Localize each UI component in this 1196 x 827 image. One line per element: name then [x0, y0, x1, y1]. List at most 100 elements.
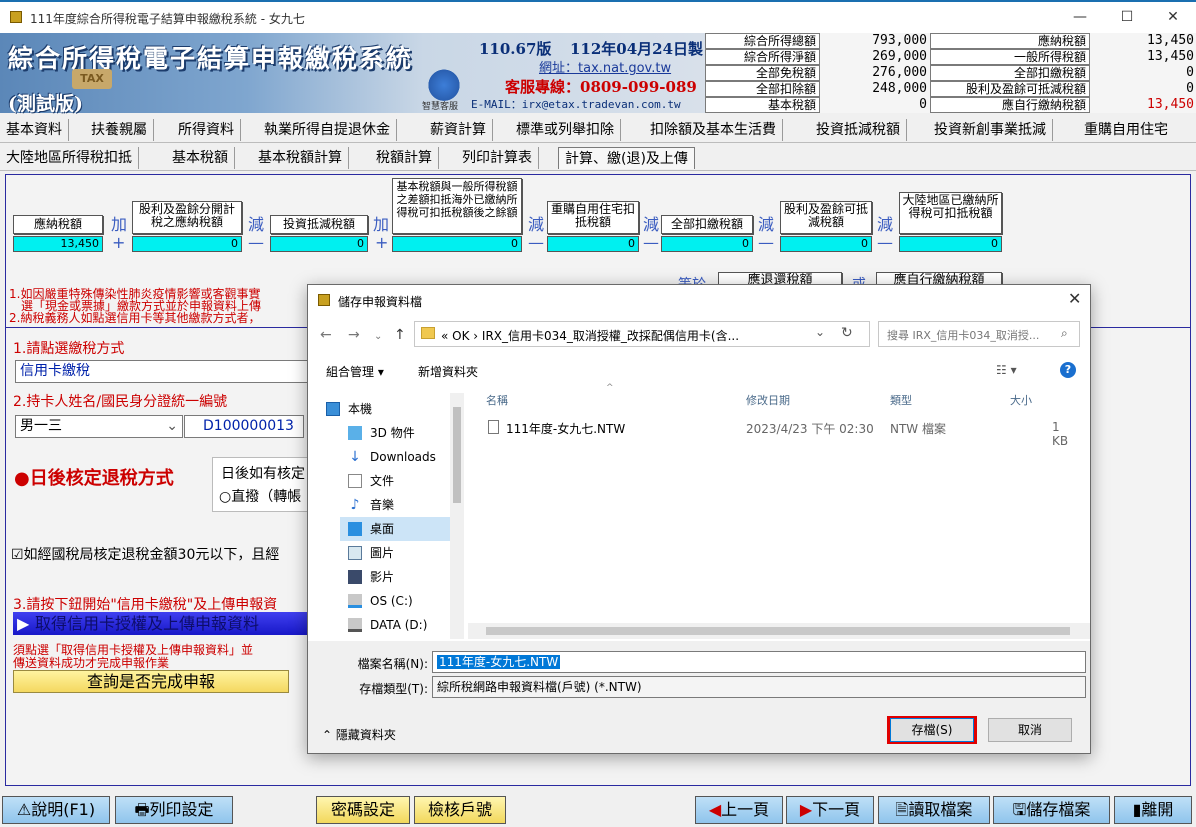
tree-item-videos[interactable]: 影片	[340, 565, 458, 589]
menu-item-housing[interactable]: 重購自用住宅	[1078, 119, 1174, 141]
id-number-field[interactable]: D100000013	[184, 415, 304, 438]
menu-item-basic-living[interactable]: 扣除額及基本生活費	[644, 119, 783, 141]
summary-label: 全部免稅額	[705, 65, 820, 81]
tree-item-downloads[interactable]: ↓ Downloads	[340, 445, 458, 469]
website-link[interactable]: 網址：tax.nat.gov.tw	[539, 57, 671, 76]
minus-sign: —	[643, 233, 659, 252]
filename-input[interactable]: 111年度-女九七.NTW	[432, 651, 1086, 673]
refund-method-box: 日後如有核定 ○直撥（轉帳	[212, 457, 312, 512]
summary-label: 應自行繳納稅額	[930, 97, 1090, 113]
column-type[interactable]: 類型	[890, 392, 912, 408]
calc-label: 投資抵減稅額	[270, 215, 368, 234]
column-size[interactable]: 大小	[1010, 392, 1032, 408]
view-options-icon[interactable]: ☷ ▾	[996, 363, 1017, 377]
search-icon: ⌕	[1061, 326, 1068, 340]
pay-method-select[interactable]: 信用卡繳稅	[15, 360, 311, 383]
tree-item-d-drive[interactable]: DATA (D:)	[340, 613, 458, 637]
address-bar[interactable]: « OK › IRX_信用卡034_取消授權_改採配偶信用卡(含... ⌄ ↻	[414, 321, 870, 347]
dialog-title: 儲存申報資料檔	[338, 295, 423, 309]
tree-item-music[interactable]: ♪ 音樂	[340, 493, 458, 517]
note-line: 2.納稅義務人如點選信用卡等其他繳款方式者，	[9, 311, 261, 325]
tree-item-3d[interactable]: 3D 物件	[340, 421, 458, 445]
calc-label: 應納稅額	[13, 215, 103, 234]
column-name[interactable]: 名稱	[486, 392, 508, 408]
read-file-button[interactable]: 🗎讀取檔案	[878, 796, 990, 824]
search-input[interactable]: 搜尋 IRX_信用卡034_取消授... ⌕	[878, 321, 1080, 347]
menu-item-startup-credit[interactable]: 投資新創事業抵減	[928, 119, 1053, 141]
exit-label: 離開	[1141, 800, 1174, 819]
small-refund-checkbox[interactable]: ☑如經國稅局核定退稅金額30元以下，且經	[11, 544, 279, 564]
print-settings-button[interactable]: 🖶列印設定	[115, 796, 233, 824]
tree-label: 3D 物件	[370, 426, 415, 440]
tab-calc-pay-upload[interactable]: 計算、繳(退)及上傳	[558, 147, 695, 169]
help-button[interactable]: ⚠說明(F1)	[2, 796, 110, 824]
tree-label: 本機	[348, 402, 373, 416]
desktop-icon	[348, 522, 362, 536]
cancel-button[interactable]: 取消	[988, 718, 1072, 742]
save-file-button[interactable]: 🖫儲存檔案	[993, 796, 1110, 824]
menu-item-investment-credit[interactable]: 投資抵減稅額	[810, 119, 907, 141]
tree-scrollbar[interactable]	[450, 393, 464, 639]
sort-arrow-icon: ^	[606, 383, 614, 393]
recent-chevron-icon[interactable]: ⌄	[374, 331, 382, 342]
print-settings-label: 列印設定	[149, 800, 214, 819]
menu-item-mainland-credit[interactable]: 大陸地區所得稅扣抵	[0, 147, 139, 169]
filetype-select[interactable]: 綜所稅網路申報資料檔(戶號) (*.NTW)	[432, 676, 1086, 698]
chevron-up-icon: ⌃	[322, 728, 333, 742]
next-page-button[interactable]: ▶下一頁	[786, 796, 874, 824]
menu-item-print-sheet[interactable]: 列印計算表	[456, 147, 539, 169]
menu-item-dependents[interactable]: 扶養親屬	[85, 119, 154, 141]
column-date[interactable]: 修改日期	[746, 392, 790, 408]
save-button[interactable]: 存檔(S)	[890, 718, 974, 742]
minimize-button[interactable]: —	[1070, 8, 1090, 26]
scrollbar-thumb[interactable]	[486, 627, 1070, 635]
document-icon	[348, 474, 362, 488]
menu-item-income[interactable]: 所得資料	[172, 119, 241, 141]
organize-menu[interactable]: 組合管理 ▾	[326, 363, 384, 380]
exit-button[interactable]: ▮離開	[1114, 796, 1192, 824]
tree-label: 桌面	[370, 522, 395, 536]
address-dropdown-icon[interactable]: ⌄	[815, 325, 825, 339]
menu-item-tax-calc[interactable]: 稅額計算	[370, 147, 439, 169]
new-folder-button[interactable]: 新增資料夾	[418, 363, 478, 380]
smart-service-label[interactable]: 智慧客服	[422, 99, 458, 112]
menu-row-2: 大陸地區所得稅扣抵 基本稅額 基本稅額計算 稅額計算 列印計算表 計算、繳(退)…	[0, 144, 1196, 171]
calc-value-basic-tax-diff: 0	[392, 236, 522, 252]
dialog-close-button[interactable]: ✕	[1068, 289, 1081, 308]
check-household-button[interactable]: 檢核戶號	[414, 796, 506, 824]
menu-item-basic-tax[interactable]: 基本稅額	[166, 147, 235, 169]
menu-item-deductions[interactable]: 標準或列舉扣除	[510, 119, 621, 141]
calc-label: 重購自用住宅扣抵稅額	[547, 201, 639, 234]
tree-item-c-drive[interactable]: OS (C:)	[340, 589, 458, 613]
cardholder-select[interactable]: 男一三 ⌄	[15, 415, 183, 438]
calc-label: 股利及盈餘可抵減稅額	[780, 201, 872, 234]
horizontal-scrollbar[interactable]	[468, 623, 1090, 639]
refresh-icon[interactable]: ↻	[841, 325, 853, 341]
upload-button[interactable]: ▶ 取得信用卡授權及上傳申報資料	[13, 612, 313, 635]
tree-label: 影片	[370, 570, 395, 584]
refund-option-radio[interactable]: ○直撥（轉帳	[219, 486, 301, 506]
maximize-button[interactable]: ☐	[1117, 8, 1137, 26]
summary-value: 0	[1186, 65, 1194, 80]
tree-item-this-pc[interactable]: 本機	[318, 397, 436, 421]
password-button[interactable]: 密碼設定	[316, 796, 410, 824]
prev-page-button[interactable]: ◀上一頁	[695, 796, 783, 824]
menu-item-basic-tax-calc[interactable]: 基本稅額計算	[252, 147, 349, 169]
hide-folders-toggle[interactable]: ⌃ 隱藏資料夾	[322, 726, 396, 743]
query-complete-button[interactable]: 查詢是否完成申報	[13, 670, 289, 693]
tree-item-documents[interactable]: 文件	[340, 469, 458, 493]
close-button[interactable]: ✕	[1163, 8, 1183, 26]
tree-item-desktop[interactable]: 桌面	[340, 517, 458, 541]
tree-item-pictures[interactable]: 圖片	[340, 541, 458, 565]
back-arrow-icon[interactable]: ←	[320, 327, 332, 343]
menu-item-basic-data[interactable]: 基本資料	[0, 119, 69, 141]
forward-arrow-icon[interactable]: →	[348, 327, 360, 343]
up-arrow-icon[interactable]: ↑	[394, 327, 406, 343]
file-row[interactable]: 111年度-女九七.NTW 2023/4/23 下午 02:30 NTW 檔案 …	[476, 417, 1074, 448]
scrollbar-thumb[interactable]	[453, 407, 461, 503]
email-label: E-MAIL：irx@etax.tradevan.com.tw	[471, 98, 681, 111]
menu-item-salary[interactable]: 薪資計算	[424, 119, 493, 141]
menu-item-pension[interactable]: 執業所得自提退休金	[258, 119, 397, 141]
help-icon[interactable]: ?	[1060, 362, 1076, 378]
tree-label: 圖片	[370, 546, 395, 560]
